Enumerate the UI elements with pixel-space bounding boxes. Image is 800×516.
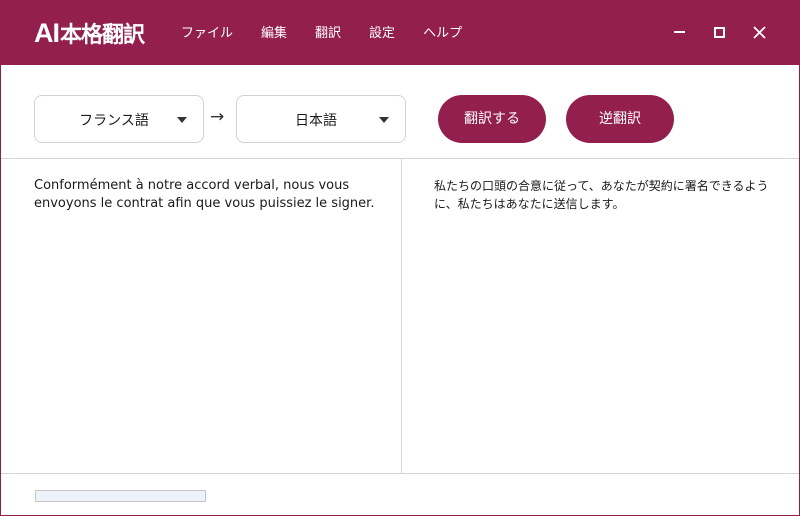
logo-ai: AI: [34, 17, 60, 48]
menu-settings[interactable]: 設定: [355, 23, 409, 45]
app-logo: AI 本格翻訳: [34, 17, 145, 49]
menu-file[interactable]: ファイル: [167, 23, 247, 45]
minimize-button[interactable]: [666, 19, 692, 45]
progress-bar: [35, 490, 206, 502]
close-button[interactable]: [746, 19, 772, 45]
translation-panes: Conformément à notre accord verbal, nous…: [1, 158, 799, 474]
maximize-button[interactable]: [706, 19, 732, 45]
menu-edit[interactable]: 編集: [247, 23, 301, 45]
logo-name: 本格翻訳: [60, 23, 145, 48]
app-window: AI 本格翻訳 ファイル 編集 翻訳 設定 ヘルプ フランス語 → 日本語 翻訳…: [0, 0, 800, 516]
source-language-label: フランス語: [79, 113, 149, 129]
close-icon: [752, 25, 766, 39]
translate-button[interactable]: 翻訳する: [438, 95, 546, 143]
source-text-area[interactable]: Conformément à notre accord verbal, nous…: [34, 177, 379, 213]
chevron-down-icon: [379, 117, 389, 123]
target-text-area[interactable]: 私たちの口頭の合意に従って、あなたが契約に署名できるように、私たちはあなたに送信…: [434, 177, 779, 213]
menu-translate[interactable]: 翻訳: [301, 23, 355, 45]
menu-help[interactable]: ヘルプ: [409, 23, 476, 45]
maximize-icon: [713, 26, 725, 38]
direction-arrow: →: [210, 107, 225, 127]
title-bar: AI 本格翻訳 ファイル 編集 翻訳 設定 ヘルプ: [1, 1, 799, 65]
source-language-select[interactable]: フランス語: [34, 95, 204, 143]
minimize-icon: [673, 31, 685, 33]
pane-divider: [401, 159, 402, 474]
target-language-label: 日本語: [295, 113, 337, 129]
target-language-select[interactable]: 日本語: [236, 95, 406, 143]
menu-bar: ファイル 編集 翻訳 設定 ヘルプ: [167, 23, 476, 45]
reverse-translate-button[interactable]: 逆翻訳: [566, 95, 674, 143]
chevron-down-icon: [177, 117, 187, 123]
